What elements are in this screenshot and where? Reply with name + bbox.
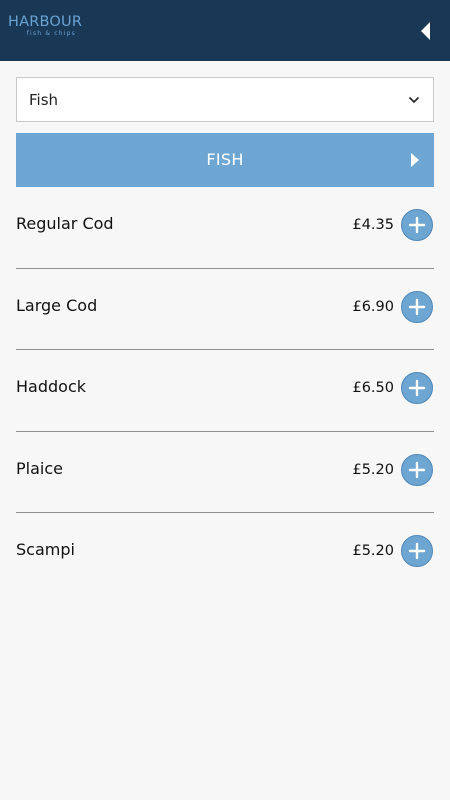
plus-icon [408, 379, 426, 397]
plus-icon [408, 216, 426, 234]
item-name: Regular Cod [16, 214, 114, 233]
item-price: £6.50 [352, 380, 394, 396]
app-header: HARBOUR fish & chips [0, 0, 450, 61]
logo: HARBOUR fish & chips [8, 14, 83, 37]
category-select[interactable]: Fish [16, 77, 434, 122]
plus-icon [408, 542, 426, 560]
logo-subtitle: fish & chips [26, 30, 76, 37]
add-item-button[interactable] [401, 535, 433, 567]
logo-title: HARBOUR [8, 14, 83, 30]
plus-icon [408, 298, 426, 315]
item-price: £5.20 [352, 543, 394, 559]
item-price: £6.90 [352, 298, 394, 315]
back-button[interactable] [418, 20, 434, 42]
menu-item: Plaice £5.20 [16, 432, 434, 513]
back-arrow-icon [421, 22, 430, 40]
section-header-fish[interactable]: FISH [16, 133, 434, 187]
item-name: Haddock [16, 377, 86, 396]
menu-item: Regular Cod £4.35 [16, 187, 434, 269]
menu-item: Scampi £5.20 [16, 513, 434, 595]
item-name: Large Cod [16, 295, 98, 315]
chevron-right-icon [411, 153, 419, 167]
item-name: Plaice [16, 458, 63, 478]
add-item-button[interactable] [401, 372, 433, 404]
add-item-button[interactable] [401, 209, 433, 241]
menu-list: Regular Cod £4.35 Large Cod £6.90 Haddoc… [16, 187, 434, 595]
menu-item: Large Cod £6.90 [16, 269, 434, 350]
add-item-button[interactable] [401, 290, 433, 323]
plus-icon [408, 461, 426, 478]
chevron-down-icon [408, 96, 420, 104]
item-price: £5.20 [352, 461, 394, 478]
item-price: £4.35 [352, 217, 394, 233]
menu-item: Haddock £6.50 [16, 350, 434, 432]
item-name: Scampi [16, 540, 75, 559]
app: HARBOUR fish & chips Fish FISH Regular C… [0, 0, 450, 800]
add-item-button[interactable] [401, 453, 433, 486]
category-select-value: Fish [29, 91, 59, 109]
section-title: FISH [206, 150, 244, 169]
